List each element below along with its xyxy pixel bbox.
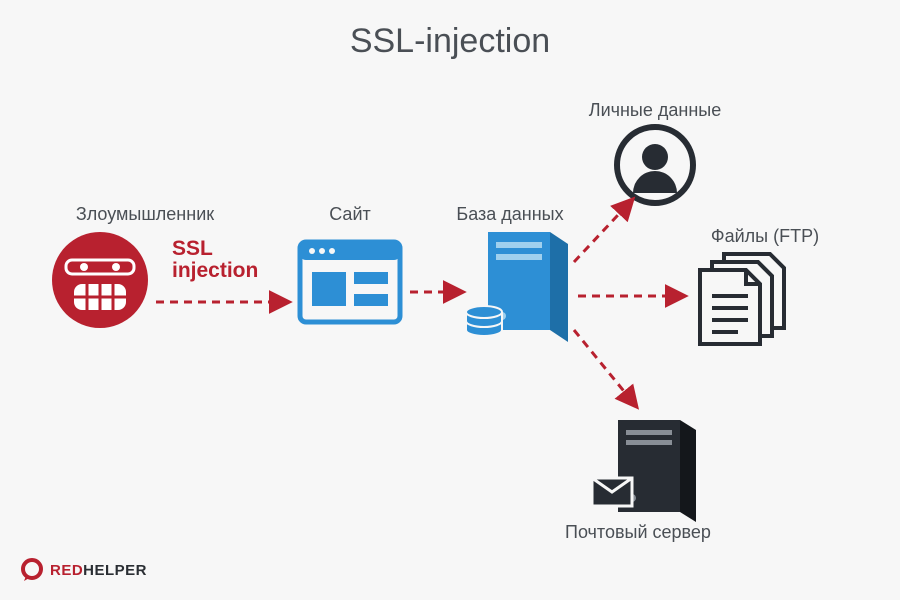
files-icon (700, 254, 784, 344)
personal-data-icon (617, 127, 693, 203)
brand-dark: HELPER (83, 562, 147, 579)
brand-logo: REDHELPER (20, 558, 147, 582)
brand-text: REDHELPER (50, 562, 147, 579)
edge-database-to-mail (574, 330, 636, 406)
diagram-canvas (0, 0, 900, 600)
database-icon (466, 232, 568, 342)
edge-database-to-personal (574, 200, 632, 262)
brand-red: RED (50, 562, 83, 579)
site-icon (300, 242, 400, 322)
speech-bubble-icon (20, 558, 44, 582)
mail-server-icon (592, 420, 696, 522)
attacker-icon (52, 232, 148, 328)
